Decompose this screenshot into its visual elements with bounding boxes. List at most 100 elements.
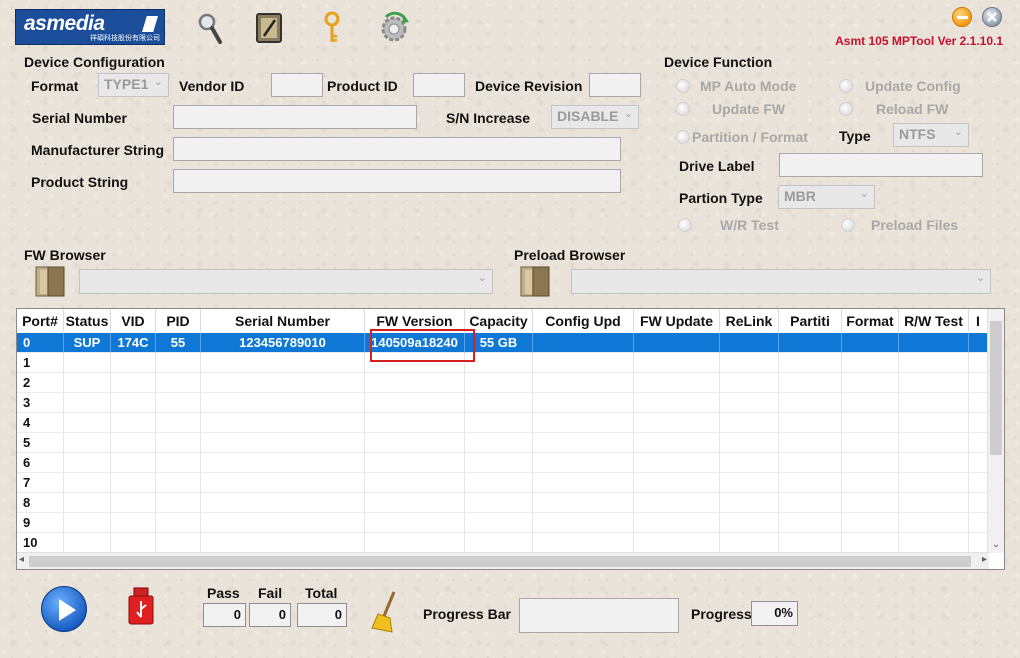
table-row[interactable]: 9 [17,513,989,533]
magnifier-icon[interactable] [196,11,224,45]
table-cell [634,513,720,533]
vendor-id-input[interactable] [271,73,323,97]
table-cell [842,473,899,493]
wr-test-radio[interactable] [678,218,692,232]
table-row[interactable]: 2 [17,373,989,393]
refresh-gear-icon[interactable] [378,11,410,45]
format-select[interactable]: TYPE1 ⌄ [98,73,169,97]
table-cell [779,353,842,373]
table-cell [111,513,156,533]
scroll-left-icon[interactable]: ◂ [19,554,24,565]
table-cell [720,373,779,393]
logo-swoosh-icon [142,16,158,32]
table-cell [634,413,720,433]
column-header[interactable]: Config Upd [533,309,634,333]
product-string-input[interactable] [173,169,621,193]
table-cell [201,493,365,513]
vertical-scroll-thumb[interactable] [990,321,1002,455]
table-cell [64,373,111,393]
reload-fw-radio[interactable] [839,102,853,116]
usb-drive-icon[interactable] [127,587,155,625]
table-cell [365,473,465,493]
mp-auto-mode-radio[interactable] [676,79,690,93]
vertical-scrollbar[interactable]: ⌄ [987,309,1004,553]
fw-browser-select[interactable]: ⌄ [79,269,493,294]
table-cell [899,453,969,473]
table-row[interactable]: 4 [17,413,989,433]
column-header[interactable]: Format [842,309,899,333]
column-header[interactable]: Partiti [779,309,842,333]
table-cell: 9 [17,513,64,533]
column-header[interactable]: Capacity [465,309,533,333]
horizontal-scrollbar[interactable]: ◂ ▸ [17,552,989,569]
column-header[interactable]: VID [111,309,156,333]
column-header[interactable]: Serial Number [201,309,365,333]
table-cell [634,453,720,473]
version-label: Asmt 105 MPTool Ver 2.1.10.1 [835,34,1003,48]
table-cell [64,413,111,433]
table-cell [111,373,156,393]
table-cell [64,473,111,493]
table-cell [634,373,720,393]
column-header[interactable]: PID [156,309,201,333]
serial-number-label: Serial Number [32,110,127,126]
device-revision-input[interactable] [589,73,641,97]
key-icon[interactable] [322,11,342,45]
table-cell [465,373,533,393]
table-cell [720,433,779,453]
column-header[interactable]: I [969,309,988,333]
port-table[interactable]: Port# Status VID PID Serial Number FW Version… [16,308,1005,570]
partition-format-radio[interactable] [676,130,690,144]
table-cell [779,473,842,493]
manufacturer-input[interactable] [173,137,621,161]
preload-browser-select[interactable]: ⌄ [571,269,991,294]
table-cell [899,493,969,513]
scroll-down-icon[interactable]: ⌄ [992,539,1000,550]
horizontal-scroll-thumb[interactable] [29,556,971,567]
table-cell: 10 [17,533,64,553]
serial-number-input[interactable] [173,105,417,129]
column-header[interactable]: Port# [17,309,64,333]
table-cell [533,473,634,493]
start-button[interactable] [41,586,87,632]
column-header[interactable]: FW Update [634,309,720,333]
table-row[interactable]: 6 [17,453,989,473]
table-cell [156,473,201,493]
table-cell [533,353,634,373]
table-cell [779,513,842,533]
drive-label-input[interactable] [779,153,983,177]
table-cell: 2 [17,373,64,393]
table-row[interactable]: 3 [17,393,989,413]
partion-type-select[interactable]: MBR ⌄ [778,185,875,209]
preload-files-radio[interactable] [841,218,855,232]
pass-label: Pass [207,585,240,601]
column-header[interactable]: Status [64,309,111,333]
table-cell [201,393,365,413]
preload-folder-icon[interactable] [519,264,551,298]
update-config-radio[interactable] [839,79,853,93]
column-header[interactable]: ReLink [720,309,779,333]
type-select[interactable]: NTFS ⌄ [893,123,969,147]
table-cell [365,433,465,453]
minimize-button[interactable] [952,7,972,27]
table-cell [842,433,899,453]
table-row[interactable]: 5 [17,433,989,453]
close-button[interactable] [982,7,1002,27]
partion-type-label: Partion Type [679,190,763,206]
sn-increase-select[interactable]: DISABLE ⌄ [551,105,639,129]
table-cell [842,533,899,553]
table-cell [64,433,111,453]
table-row[interactable]: 0 SUP 174C 55 123456789010 140509a18240 55 GB [17,333,989,353]
table-row[interactable]: 10 [17,533,989,553]
table-row[interactable]: 8 [17,493,989,513]
table-row[interactable]: 7 [17,473,989,493]
update-fw-radio[interactable] [676,102,690,116]
notepad-icon[interactable] [254,12,284,44]
table-cell [201,453,365,473]
table-row[interactable]: 1 [17,353,989,373]
broom-icon[interactable] [370,590,400,634]
column-header[interactable]: R/W Test [899,309,969,333]
fw-folder-icon[interactable] [34,264,66,298]
scroll-right-icon[interactable]: ▸ [982,554,987,565]
product-id-input[interactable] [413,73,465,97]
